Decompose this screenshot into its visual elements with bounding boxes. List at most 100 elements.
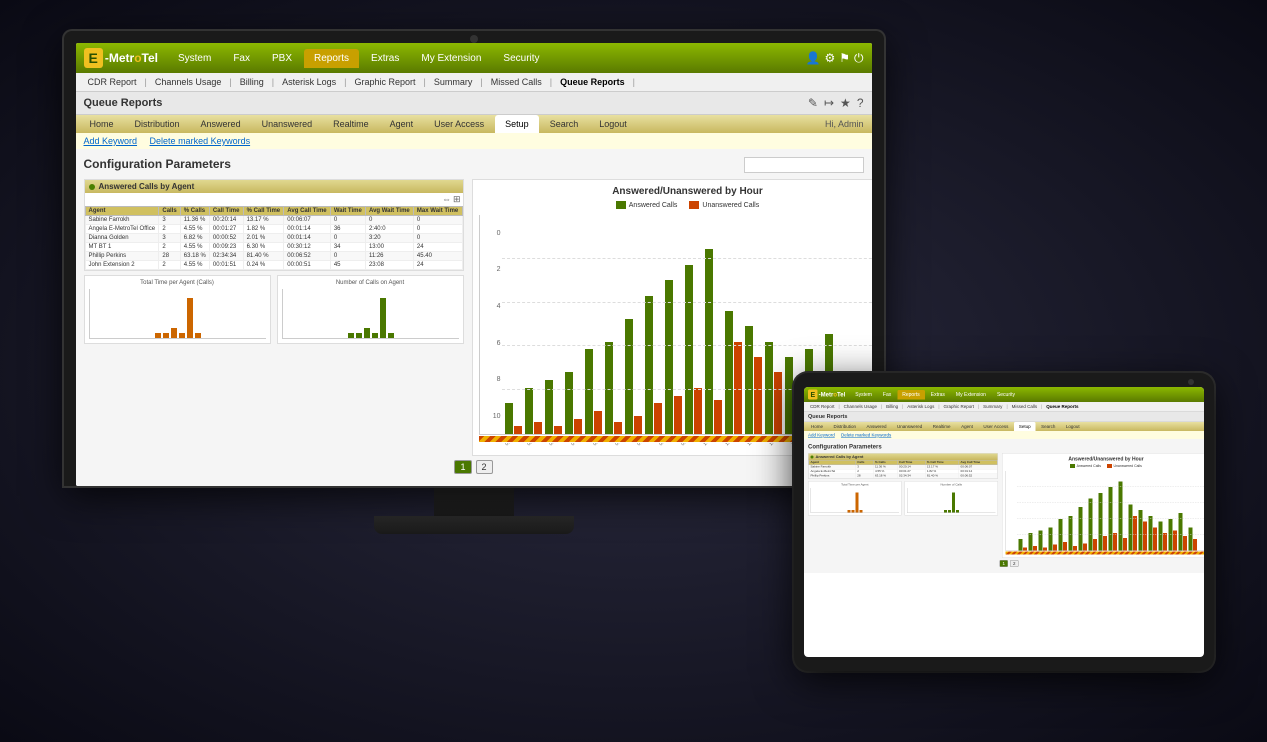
tablet-bar-unans-12 — [1143, 522, 1147, 551]
tab-setup[interactable]: Setup — [495, 115, 539, 133]
tablet-sep7: | — [1041, 404, 1042, 409]
table-export-icon[interactable]: ⊞ — [453, 194, 461, 205]
bar-unanswered-10 — [714, 400, 722, 434]
nav-tab-pbx[interactable]: PBX — [262, 49, 302, 68]
page-2-btn[interactable]: 2 — [476, 460, 493, 474]
tab-home[interactable]: Home — [80, 115, 124, 133]
sub-nav-missed[interactable]: Missed Calls — [485, 75, 548, 89]
queue-icon-group: ✎ ↦ ★ ? — [808, 96, 864, 110]
tablet-logo: E -MetroTel — [808, 390, 845, 400]
table-header-bar: Answered Calls by Agent — [85, 180, 463, 193]
bar-g2 — [356, 333, 362, 338]
monitor-base — [374, 516, 574, 534]
tablet-sep6: | — [1006, 404, 1007, 409]
help-icon[interactable]: ? — [857, 96, 864, 110]
tablet-queue-header: Queue Reports — [804, 412, 1204, 423]
edit-icon[interactable]: ✎ — [808, 96, 818, 110]
sub-nav-cdr[interactable]: CDR Report — [82, 75, 143, 89]
tablet-bar-unans-3 — [1053, 545, 1057, 551]
bar-2 — [163, 333, 169, 338]
page-1-btn[interactable]: 1 — [454, 460, 471, 474]
tablet-bar-unans-7 — [1093, 539, 1097, 551]
tablet-lc-unans — [1106, 464, 1111, 468]
nav-tab-fax[interactable]: Fax — [223, 49, 260, 68]
tablet-table: Answered Calls by Agent Agent Calls — [808, 453, 998, 479]
tablet-bar-unans-9 — [1113, 533, 1117, 551]
tablet-bar-group-6 — [1078, 507, 1087, 551]
tablet-sub-cdr: CDR Report — [807, 403, 838, 410]
bar-answered-1 — [525, 388, 533, 434]
tablet-bar-ans-3 — [1048, 528, 1052, 551]
config-title: Configuration Parameters — [84, 157, 231, 171]
sub-nav-summary[interactable]: Summary — [428, 75, 479, 89]
x-label-6: 07:09:19 — [636, 443, 654, 447]
tablet-sep2: | — [880, 404, 881, 409]
search-input[interactable] — [744, 157, 864, 173]
tablet-app-inner: E -MetroTel System Fax Reports Extras My… — [804, 387, 1204, 573]
cell-5-4: 0.24 % — [243, 261, 284, 270]
tab-answered[interactable]: Answered — [191, 115, 251, 133]
cell-0-2: 11.36 % — [180, 216, 209, 225]
logo-e-badge: E — [84, 48, 103, 68]
nav-tab-reports[interactable]: Reports — [304, 49, 359, 68]
tablet-cell-3-6: 00:06:52 — [958, 474, 996, 479]
cell-2-7: 3:20 — [365, 234, 413, 243]
col-calls: Calls — [159, 207, 180, 216]
x-label-5: 06:09:19 — [614, 443, 632, 447]
tablet-bar-unans-8 — [1103, 536, 1107, 551]
tablet-bar-group-14 — [1158, 522, 1167, 551]
sub-nav-queue[interactable]: Queue Reports — [554, 75, 631, 89]
tablet-bar-ans-7 — [1088, 499, 1092, 551]
bar-group-12 — [745, 326, 762, 434]
charts-row: Answered Calls by Agent ⇔ ⊞ — [84, 179, 864, 456]
bar-group-2 — [545, 380, 562, 434]
bar-1 — [155, 333, 161, 338]
col-wait: Wait Time — [330, 207, 365, 216]
tab-agent[interactable]: Agent — [380, 115, 424, 133]
sub-nav-channels[interactable]: Channels Usage — [149, 75, 228, 89]
tab-unanswered[interactable]: Unanswered — [252, 115, 323, 133]
tab-realtime[interactable]: Realtime — [323, 115, 379, 133]
content-area: Configuration Parameters Answered Calls … — [76, 149, 872, 486]
nav-tab-system[interactable]: System — [168, 49, 221, 68]
table-resize-icon[interactable]: ⇔ — [442, 194, 451, 205]
cell-2-5: 00:01:14 — [284, 234, 331, 243]
cell-2-4: 2.01 % — [243, 234, 284, 243]
cell-4-2: 63.18 % — [180, 252, 209, 261]
export-icon[interactable]: ↦ — [824, 96, 834, 110]
x-label-9: 10:09:19 — [702, 443, 720, 447]
tab-logout[interactable]: Logout — [589, 115, 637, 133]
nav-tab-security[interactable]: Security — [493, 49, 549, 68]
tablet-tbody: Sabine Farrokh 3 11.36 % 00:20:14 13.17 … — [808, 465, 997, 479]
tablet-camera — [1188, 379, 1194, 385]
tablet-sc-time-title: Total Time per Agent — [810, 484, 899, 487]
sub-nav-graphic[interactable]: Graphic Report — [348, 75, 421, 89]
sub-nav-billing[interactable]: Billing — [234, 75, 270, 89]
cell-4-6: 0 — [330, 252, 365, 261]
tablet-row3: Phillip Perkins 28 63.18 % 02:34:34 81.4… — [808, 474, 997, 479]
col-avg-call: Avg Call Time — [284, 207, 331, 216]
cell-5-3: 00:01:51 — [209, 261, 243, 270]
bar-group-1 — [525, 388, 542, 434]
bar-unanswered-6 — [634, 416, 642, 434]
tablet-sep4: | — [938, 404, 939, 409]
sub-nav-asterisk[interactable]: Asterisk Logs — [276, 75, 342, 89]
x-label-4: 05:09:19 — [592, 443, 610, 447]
tab-useraccess[interactable]: User Access — [424, 115, 494, 133]
tablet-bar-ans-1 — [1028, 533, 1032, 551]
main-chart-title: Answered/Unanswered by Hour — [479, 186, 872, 197]
delete-keyword-link[interactable]: Delete marked Keywords — [150, 136, 251, 146]
nav-tab-myextension[interactable]: My Extension — [411, 49, 491, 68]
nav-tab-extras[interactable]: Extras — [361, 49, 409, 68]
table-row-5: John Extension 224.55 %00:01:510.24 %00:… — [85, 261, 462, 270]
tablet-bar-group-1 — [1028, 533, 1037, 551]
tab-search[interactable]: Search — [540, 115, 589, 133]
bar-group-5 — [605, 342, 622, 434]
tablet-bar-unans-13 — [1153, 528, 1157, 551]
monitor-screen-border: E -MetroTel System Fax PBX Reports Extra… — [64, 31, 884, 486]
star-icon[interactable]: ★ — [840, 96, 851, 110]
bar-g3 — [364, 328, 370, 338]
add-keyword-link[interactable]: Add Keyword — [84, 136, 138, 146]
tab-distribution[interactable]: Distribution — [125, 115, 190, 133]
tablet-b1 — [847, 510, 850, 513]
